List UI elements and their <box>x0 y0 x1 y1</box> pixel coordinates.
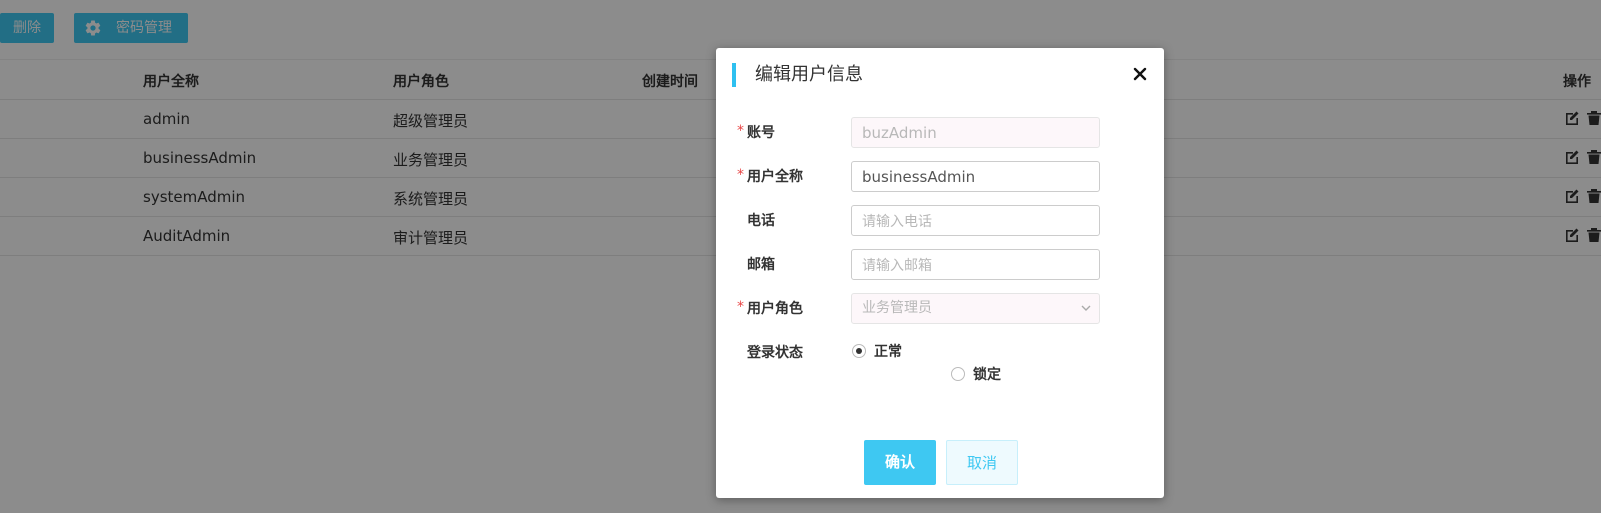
edit-user-dialog: 编辑用户信息 * 账号 * 用户全称 电话 邮箱 * 用户角色 业务管理员 <box>716 48 1164 498</box>
role-select[interactable]: 业务管理员 <box>851 293 1100 324</box>
full-name-row: * 用户全称 <box>716 161 1164 193</box>
email-row: 邮箱 <box>716 249 1164 281</box>
cancel-button[interactable]: 取消 <box>946 440 1018 485</box>
phone-field[interactable] <box>851 205 1100 236</box>
status-radio-normal[interactable]: 正常 <box>852 341 902 361</box>
confirm-button[interactable]: 确认 <box>864 440 936 485</box>
role-row: * 用户角色 业务管理员 <box>716 293 1164 325</box>
email-field[interactable] <box>851 249 1100 280</box>
required-mark: * <box>737 123 744 139</box>
title-accent-bar <box>732 63 736 87</box>
account-field[interactable] <box>851 117 1100 148</box>
phone-label: 电话 <box>747 213 775 229</box>
status-radio-locked[interactable]: 锁定 <box>951 364 1001 384</box>
role-label: 用户角色 <box>747 301 803 317</box>
login-status-label: 登录状态 <box>747 345 803 361</box>
close-icon[interactable] <box>1132 66 1148 82</box>
role-select-value: 业务管理员 <box>862 300 932 316</box>
email-label: 邮箱 <box>747 257 775 273</box>
required-mark: * <box>737 299 744 315</box>
status-normal-label: 正常 <box>874 344 902 360</box>
required-mark: * <box>737 167 744 183</box>
phone-row: 电话 <box>716 205 1164 237</box>
full-name-field[interactable] <box>851 161 1100 192</box>
login-status-row: 登录状态 正常 锁定 <box>716 337 1164 387</box>
chevron-down-icon <box>1081 305 1091 311</box>
full-name-label: 用户全称 <box>747 169 803 185</box>
radio-checked-icon <box>852 344 866 358</box>
account-label: 账号 <box>747 125 775 141</box>
radio-unchecked-icon <box>951 367 965 381</box>
status-locked-label: 锁定 <box>973 367 1001 383</box>
dialog-title: 编辑用户信息 <box>755 64 863 85</box>
account-row: * 账号 <box>716 117 1164 149</box>
